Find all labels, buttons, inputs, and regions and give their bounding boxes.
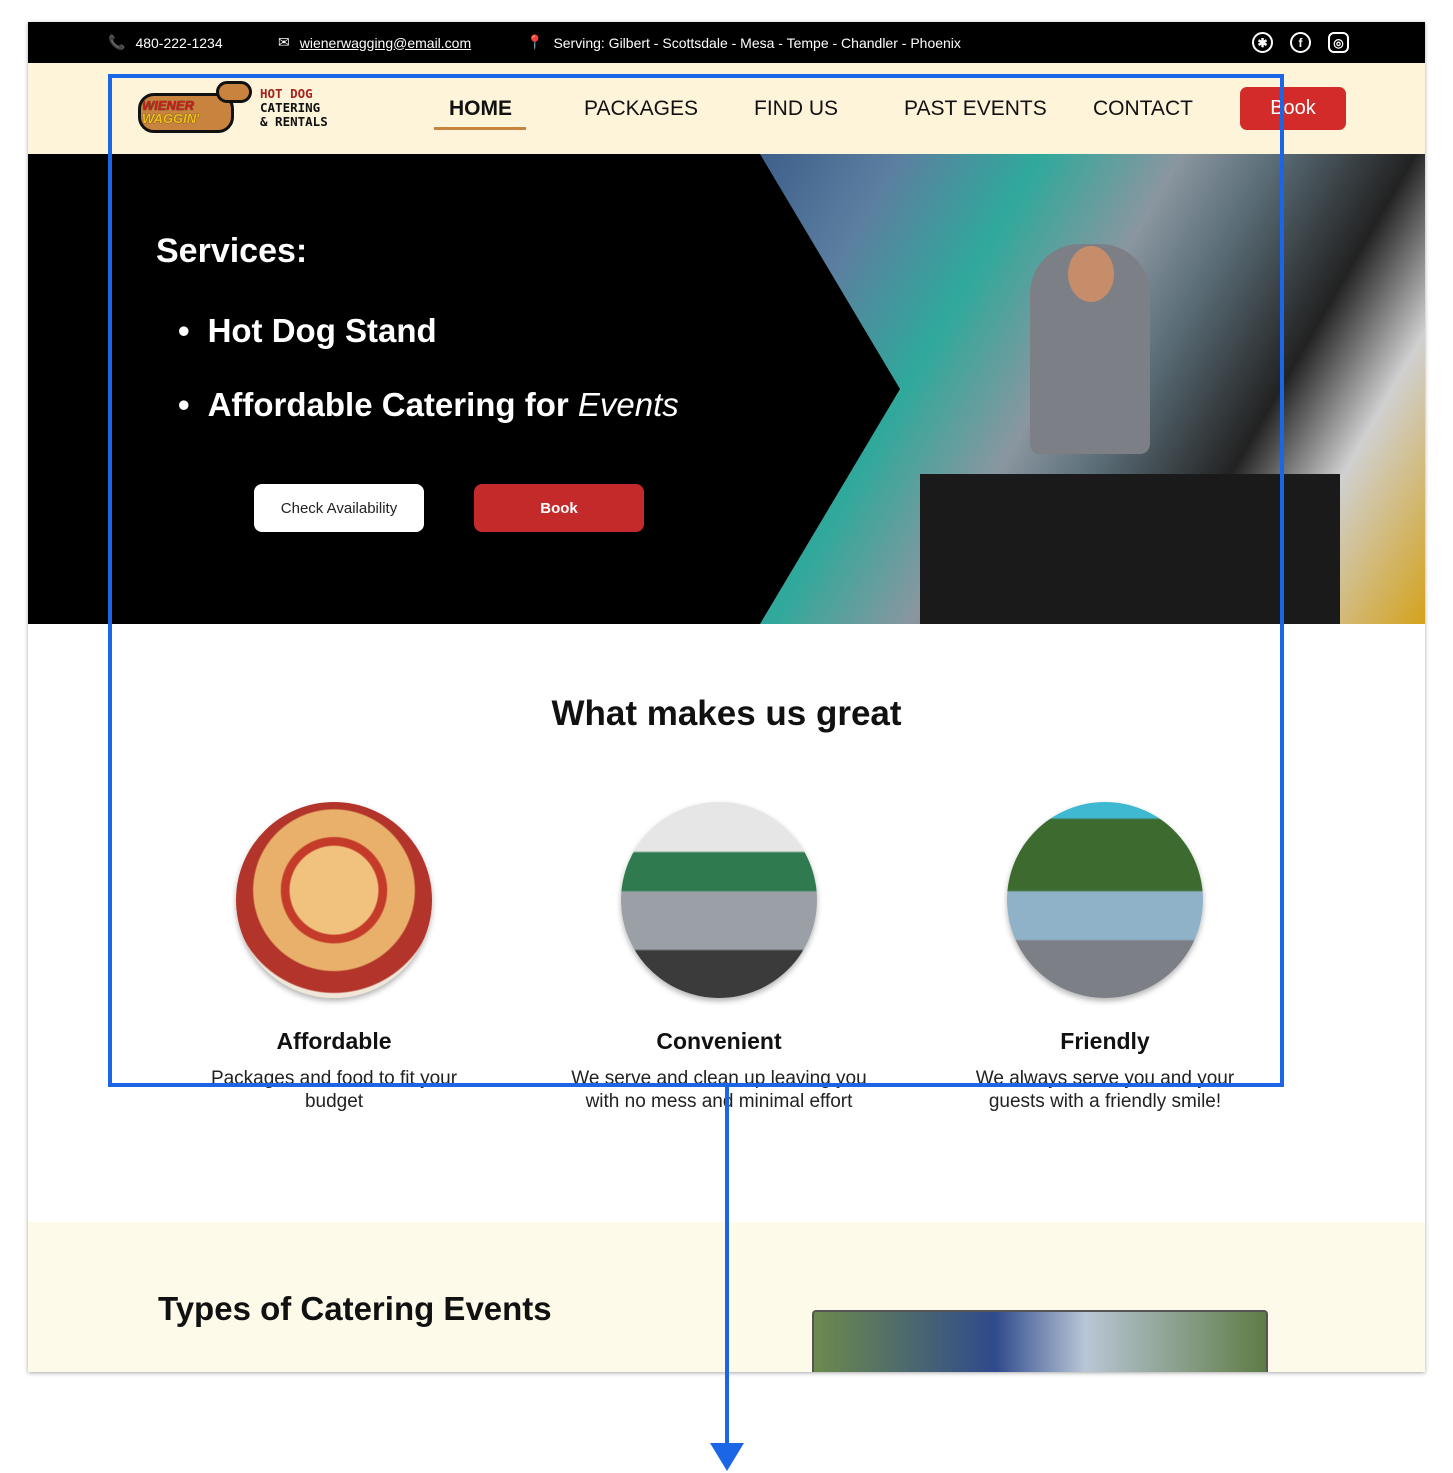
serving-text: Serving: Gilbert - Scottsdale - Mesa - T…: [553, 34, 961, 51]
scroll-down-arrow-icon: [710, 1443, 744, 1471]
top-bar: 📞 480-222-1234 ✉ wienerwagging@email.com 📍…: [28, 22, 1425, 63]
phone-number: 480-222-1234: [135, 34, 223, 51]
social-links: ✱ f ◎: [1252, 32, 1349, 53]
email-link[interactable]: wienerwagging@email.com: [300, 35, 471, 51]
phone-contact[interactable]: 📞 480-222-1234: [108, 34, 223, 51]
yelp-icon[interactable]: ✱: [1252, 32, 1273, 53]
scroll-arrow-line: [725, 1087, 729, 1447]
viewport-highlight: [108, 74, 1284, 1087]
facebook-icon[interactable]: f: [1290, 32, 1311, 53]
email-contact[interactable]: ✉ wienerwagging@email.com: [278, 34, 471, 51]
event-photo: [812, 1310, 1268, 1372]
service-area: 📍 Serving: Gilbert - Scottsdale - Mesa - …: [526, 34, 961, 51]
location-pin-icon: 📍: [526, 34, 544, 50]
mail-icon: ✉: [278, 34, 290, 50]
instagram-icon[interactable]: ◎: [1328, 32, 1349, 53]
phone-icon: 📞: [108, 34, 126, 50]
section-title: Types of Catering Events: [158, 1290, 552, 1327]
